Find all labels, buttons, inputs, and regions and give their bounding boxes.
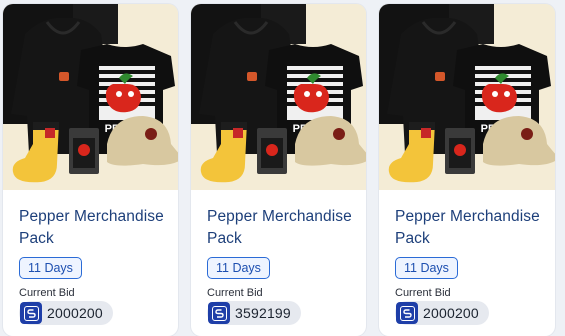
card-title-overflow-text: C [207,250,218,253]
card-title-overflow-text: C [19,250,30,253]
merch-illustration: PEPPER [379,4,555,190]
card-title-overflow: C [395,250,550,256]
current-bid-pill: 2000200 [395,301,489,325]
card-title-overflow: C [19,250,174,256]
days-remaining-badge: 11 Days [207,257,270,279]
card-title[interactable]: Pepper Merchandise Pack [395,206,550,250]
product-image[interactable]: PEPPER [379,4,555,190]
current-bid-pill: 3592199 [207,301,301,325]
token-icon [208,302,230,324]
auction-card[interactable]: PEPPER Pepper Merchandise Pack C 11 Days… [379,4,555,336]
product-image[interactable]: PEPPER [191,4,366,190]
card-title[interactable]: Pepper Merchandise Pack [207,206,362,250]
product-image[interactable]: PEPPER [3,4,178,190]
card-title-overflow-text: C [395,250,406,253]
current-bid-pill: 2000200 [19,301,113,325]
current-bid-label: Current Bid [395,287,451,299]
token-icon [396,302,418,324]
current-bid-value: 2000200 [423,305,479,321]
current-bid-value: 2000200 [47,305,103,321]
days-remaining-badge: 11 Days [19,257,82,279]
token-icon [20,302,42,324]
current-bid-label: Current Bid [19,287,75,299]
current-bid-value: 3592199 [235,305,291,321]
auction-card[interactable]: PEPPER Pepper Merchandise Pack C 11 Days… [3,4,178,336]
merch-illustration: PEPPER [191,4,366,190]
auction-card[interactable]: PEPPER Pepper Merchandise Pack C 11 Days… [191,4,366,336]
current-bid-label: Current Bid [207,287,263,299]
card-title[interactable]: Pepper Merchandise Pack [19,206,174,250]
card-title-overflow: C [207,250,362,256]
merch-illustration: PEPPER [3,4,178,190]
days-remaining-badge: 11 Days [395,257,458,279]
